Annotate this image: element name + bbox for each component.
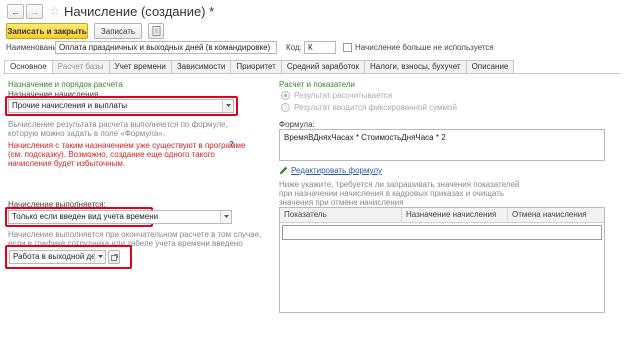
formula-field[interactable]: ВремяВДняхЧасах * СтоимостьДняЧаса * 2 — [279, 129, 605, 161]
tab-bar: Основное Расчет базы Учет времени Зависи… — [4, 60, 515, 74]
tab-dependencies[interactable]: Зависимости — [171, 60, 232, 74]
code-label: Код: — [286, 43, 302, 52]
purpose-value: Прочие начисления и выплаты — [12, 101, 128, 110]
indicators-hint-line-3: значения при отмене начисления — [279, 198, 404, 207]
tab-main[interactable]: Основное — [4, 60, 53, 74]
calc-hint-line-2: которую можно задать в поле «Формула». — [8, 129, 165, 138]
print-button[interactable] — [148, 23, 164, 39]
open-link-icon — [110, 253, 118, 261]
save-button[interactable]: Записать — [94, 23, 142, 39]
forward-button[interactable]: → — [26, 4, 43, 19]
name-field[interactable]: Оплата праздничных и выходных дней (в ко… — [55, 41, 277, 54]
executed-hint-line-1: Начисление выполняется при окончательном… — [8, 230, 262, 239]
unused-label: Начисление больше не используется — [355, 43, 494, 52]
left-section-title: Назначение и порядок расчета — [8, 80, 123, 89]
column-header-indicator[interactable]: Показатель — [280, 208, 402, 222]
radio-fixed-sum[interactable] — [281, 103, 290, 112]
save-and-close-button[interactable]: Записать и закрыть — [6, 23, 88, 39]
radio-fixed-sum-label: Результат вводится фиксированной суммой — [294, 103, 457, 112]
purpose-select[interactable]: Прочие начисления и выплаты — [8, 99, 234, 113]
unused-checkbox[interactable] — [343, 43, 352, 52]
table-row[interactable] — [282, 225, 602, 240]
document-icon — [152, 26, 160, 36]
edit-formula-pencil-icon — [279, 166, 288, 177]
executed-select[interactable]: Только если введен вид учета времени — [8, 210, 232, 224]
table-header: Показатель Назначение начисления Отмена … — [280, 208, 604, 223]
column-header-assignment[interactable]: Назначение начисления — [402, 208, 508, 222]
chevron-down-icon — [97, 255, 103, 258]
calc-hint-line-1: Вычисление результата расчета выполняетс… — [8, 120, 228, 129]
radio-calculated[interactable] — [281, 91, 290, 100]
edit-formula-link[interactable]: Редактировать формулу — [291, 166, 382, 175]
radio-calculated-label: Результат рассчитывается — [294, 91, 393, 100]
formula-label: Формула: — [279, 120, 315, 129]
indicators-hint-line-1: Ниже укажите, требуется ли запрашивать з… — [279, 180, 520, 189]
tab-time-accounting[interactable]: Учет времени — [109, 60, 172, 74]
back-button[interactable]: ← — [7, 4, 24, 19]
tab-average-earnings[interactable]: Средний заработок — [281, 60, 365, 74]
help-icon[interactable]: ? — [229, 140, 234, 149]
tab-priority[interactable]: Приоритет — [231, 60, 282, 74]
warning-line-2: (см. подсказку). Возможно, создание еще … — [8, 150, 215, 159]
purpose-dropdown-button[interactable] — [222, 100, 233, 112]
column-header-cancellation[interactable]: Отмена начисления — [508, 208, 604, 222]
time-type-dropdown-button[interactable] — [94, 251, 105, 263]
indicators-table[interactable]: Показатель Назначение начисления Отмена … — [279, 207, 605, 313]
favorite-star-icon[interactable]: ☆ — [49, 5, 60, 17]
warning-line-1: Начисления с таким назначением уже сущес… — [8, 141, 246, 150]
chevron-down-icon — [225, 104, 231, 107]
page-title: Начисление (создание) * — [64, 4, 215, 19]
tab-description[interactable]: Описание — [466, 60, 515, 74]
tab-taxes-accounting[interactable]: Налоги, взносы, бухучет — [364, 60, 467, 74]
executed-dropdown-button[interactable] — [220, 211, 231, 223]
tab-base-calculation[interactable]: Расчет базы — [52, 60, 110, 74]
time-type-open-button[interactable] — [108, 250, 120, 264]
warning-line-3: начисления будет избыточным. — [8, 159, 126, 168]
arrow-right-icon: → — [30, 6, 39, 17]
time-type-select[interactable]: Работа в выходной день — [9, 250, 106, 264]
executed-value: Только если введен вид учета времени — [12, 212, 159, 221]
arrow-left-icon: ← — [11, 6, 20, 17]
code-field[interactable]: К — [304, 41, 336, 54]
chevron-down-icon — [223, 215, 229, 218]
tab-divider — [4, 73, 620, 74]
right-section-title: Расчет и показатели — [279, 80, 356, 89]
indicators-hint-line-2: при назначении начисления в кадровых при… — [279, 189, 504, 198]
time-type-value: Работа в выходной день — [13, 252, 105, 261]
